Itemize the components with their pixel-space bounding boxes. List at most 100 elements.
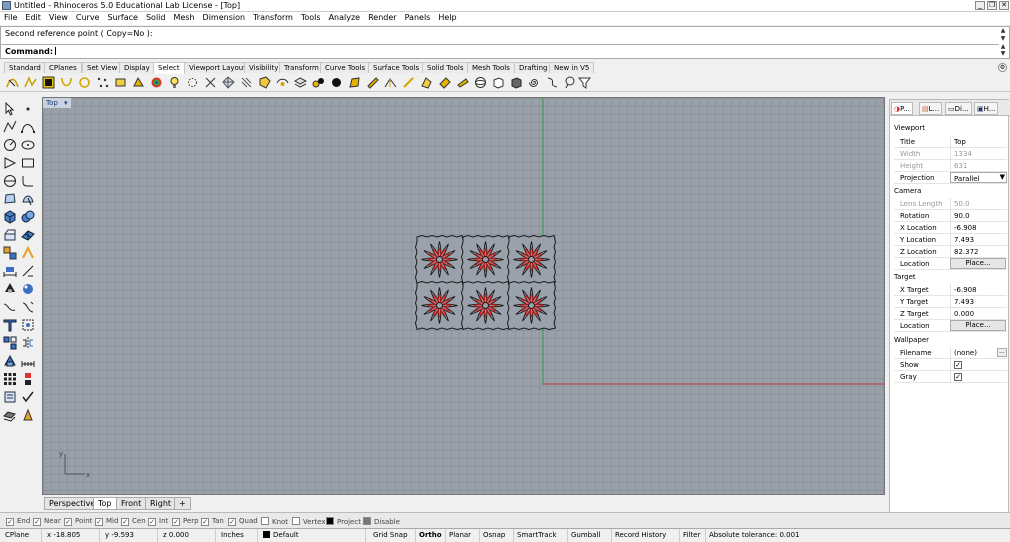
analyze-icon[interactable] [21, 372, 35, 386]
solid-tools-icon[interactable] [21, 210, 35, 224]
tab-surface-tools[interactable]: Surface Tools [368, 62, 425, 73]
z-target-field[interactable]: 0.000 [950, 308, 1007, 319]
history-scroll-up-icon[interactable]: ▲ [999, 28, 1007, 35]
menu-edit[interactable]: Edit [21, 12, 45, 22]
tab-solid-tools[interactable]: Solid Tools [422, 62, 469, 73]
split-icon[interactable] [21, 264, 35, 278]
osnap-knot-checkbox[interactable] [261, 517, 269, 525]
flower-tile[interactable] [506, 234, 557, 285]
select-open-polysurfaces-icon[interactable] [420, 76, 433, 89]
select-closed-curves-icon[interactable] [78, 76, 91, 89]
distance-icon[interactable] [21, 354, 35, 368]
select-polysurfaces-icon[interactable] [132, 76, 145, 89]
menu-surface[interactable]: Surface [103, 12, 141, 22]
osnap-end-checkbox[interactable]: ✓ [6, 518, 14, 526]
select-extrusions-icon[interactable] [456, 76, 469, 89]
flower-tile[interactable] [414, 234, 465, 285]
tab-cplanes[interactable]: CPlanes [44, 62, 82, 73]
osnap-mid-checkbox[interactable]: ✓ [95, 518, 103, 526]
menu-dimension[interactable]: Dimension [199, 12, 250, 22]
select-open-curves-icon[interactable] [60, 76, 73, 89]
select-layer-icon[interactable] [294, 76, 307, 89]
flower-tile[interactable] [506, 280, 557, 331]
osnap-perp[interactable]: ✓ Perp [172, 517, 199, 526]
osnap-disable[interactable]: Disable [363, 517, 400, 526]
add-viewport-tab-button[interactable]: + [174, 497, 191, 510]
record-history-toggle[interactable]: Record History [612, 529, 680, 542]
polyline-icon[interactable] [3, 120, 17, 134]
select-all-icon[interactable] [42, 76, 55, 89]
select-all-curves-icon[interactable] [6, 76, 19, 89]
boolean-union-icon[interactable] [3, 354, 17, 368]
close-button[interactable]: ✕ [999, 1, 1009, 10]
curve-control-points-icon[interactable] [21, 120, 35, 134]
circle-icon[interactable] [3, 138, 17, 152]
command-scroll-down-icon[interactable]: ▼ [999, 51, 1007, 58]
x-target-field[interactable]: -6.908 [950, 284, 1007, 295]
osnap-project-checkbox[interactable] [326, 517, 334, 525]
osnap-cen[interactable]: ✓ Cen [121, 517, 146, 526]
select-planar-curves-icon[interactable] [384, 76, 397, 89]
tab-display[interactable]: ▭Di... [945, 102, 972, 115]
current-layer[interactable]: Default [260, 529, 366, 542]
osnap-quad-checkbox[interactable]: ✓ [228, 518, 236, 526]
osnap-perp-checkbox[interactable]: ✓ [172, 518, 180, 526]
mesh-icon[interactable] [21, 228, 35, 242]
point-icon[interactable] [21, 102, 35, 116]
menu-render[interactable]: Render [364, 12, 400, 22]
join-icon[interactable] [3, 300, 17, 314]
tab-help[interactable]: ▣H... [974, 102, 999, 115]
osnap-point-checkbox[interactable]: ✓ [64, 518, 72, 526]
osnap-toggle[interactable]: Osnap [480, 529, 514, 542]
menu-curve[interactable]: Curve [72, 12, 104, 22]
tab-visibility[interactable]: Visibility [244, 62, 284, 73]
cplane-indicator[interactable]: CPlane [2, 529, 42, 542]
osnap-knot[interactable]: Knot [261, 517, 288, 526]
tab-top[interactable]: Top [93, 497, 117, 510]
select-filter-icon[interactable] [578, 76, 591, 89]
show-checkbox[interactable]: ✓ [954, 361, 962, 369]
select-spiral-icon[interactable] [528, 76, 541, 89]
y-location-field[interactable]: 7.493 [950, 234, 1007, 245]
tab-drafting[interactable]: Drafting [514, 62, 553, 73]
select-surfaces-icon[interactable] [114, 76, 127, 89]
tab-layers[interactable]: ▤L... [919, 102, 943, 115]
osnap-int-checkbox[interactable]: ✓ [148, 518, 156, 526]
osnap-int[interactable]: ✓ Int [148, 517, 168, 526]
menu-file[interactable]: File [0, 12, 21, 22]
select-hatches-icon[interactable] [240, 76, 253, 89]
select-polylines-icon[interactable] [24, 76, 37, 89]
tab-set-view[interactable]: Set View [82, 62, 123, 73]
osnap-tan-checkbox[interactable]: ✓ [201, 518, 209, 526]
select-small-objects-icon[interactable] [330, 76, 343, 89]
osnap-vertex-checkbox[interactable] [292, 517, 300, 525]
top-viewport[interactable]: Top ▾ y x [42, 97, 885, 495]
tab-transform[interactable]: Transform [279, 62, 324, 73]
tab-curve-tools[interactable]: Curve Tools [320, 62, 371, 73]
dimension-icon[interactable] [3, 264, 17, 278]
select-lights-icon[interactable] [168, 76, 181, 89]
select-mesh-shape-icon[interactable] [510, 76, 523, 89]
osnap-tan[interactable]: ✓ Tan [201, 517, 224, 526]
select-lasso-icon[interactable] [564, 76, 577, 89]
rectangle-icon[interactable] [21, 156, 35, 170]
tab-display[interactable]: Display [119, 62, 155, 73]
menu-transform[interactable]: Transform [249, 12, 297, 22]
projection-select[interactable]: Parallel ▼ [950, 172, 1007, 183]
osnap-point[interactable]: ✓ Point [64, 517, 92, 526]
osnap-quad[interactable]: ✓ Quad [228, 517, 258, 526]
restore-button[interactable]: ❐ [987, 1, 997, 10]
menu-solid[interactable]: Solid [142, 12, 170, 22]
tab-viewport-layout[interactable]: Viewport Layout [184, 62, 251, 73]
tab-new-in-v5[interactable]: New in V5 [549, 62, 595, 73]
z-location-field[interactable]: 82.372 [950, 246, 1007, 257]
x-location-field[interactable]: -6.908 [950, 222, 1007, 233]
title-field[interactable]: Top [950, 136, 1007, 147]
osnap-end[interactable]: ✓ End [6, 517, 30, 526]
minimize-button[interactable]: _ [975, 1, 985, 10]
grid-snap-toggle[interactable]: Grid Snap [370, 529, 416, 542]
select-twisted-icon[interactable] [546, 76, 559, 89]
menu-mesh[interactable]: Mesh [169, 12, 198, 22]
gumball-toggle[interactable]: Gumball [568, 529, 612, 542]
edit-points-icon[interactable] [21, 246, 35, 260]
